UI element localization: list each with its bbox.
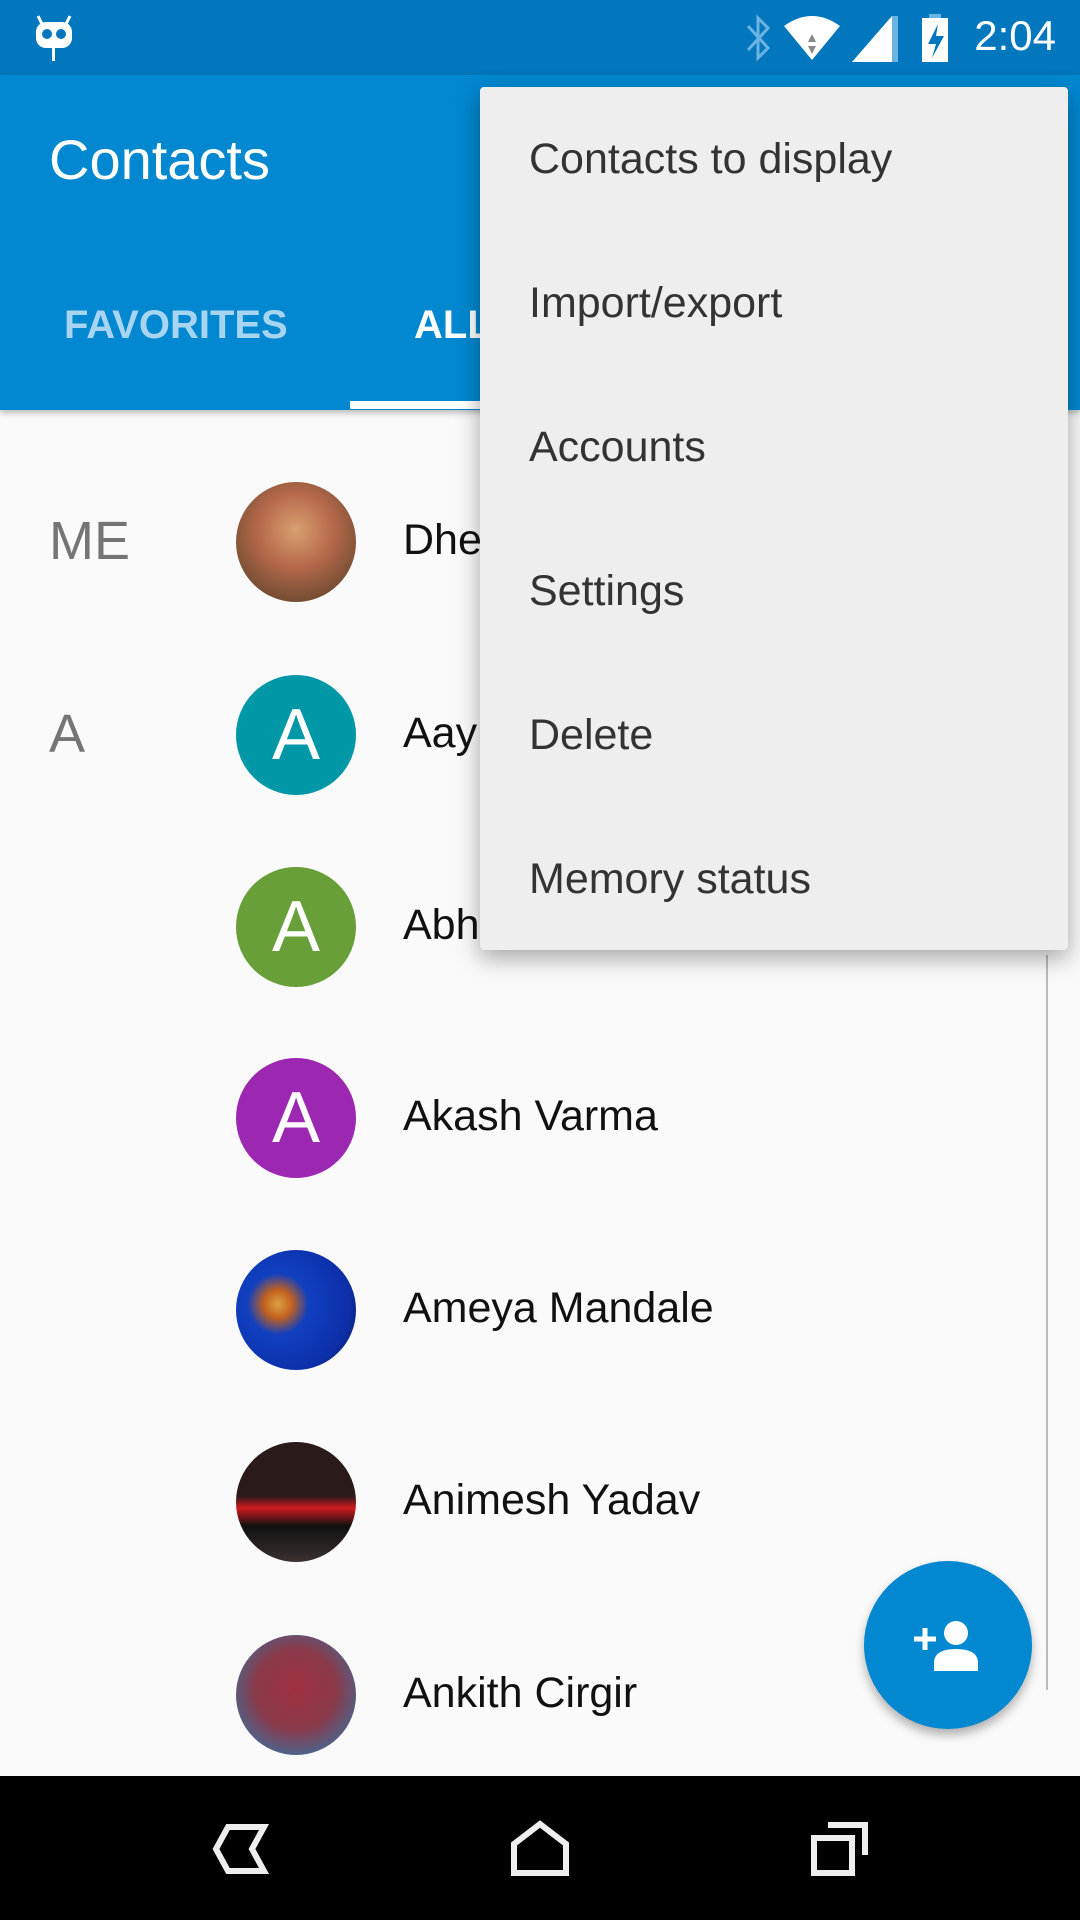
contact-row[interactable]: Ameya Mandale: [0, 1214, 1080, 1406]
recents-icon[interactable]: [810, 1822, 870, 1876]
scrollbar[interactable]: [1046, 955, 1048, 1690]
navigation-bar: [0, 1776, 1080, 1920]
contact-name: Animesh Yadav: [403, 1476, 701, 1524]
contact-name: Ameya Mandale: [403, 1284, 714, 1332]
add-person-icon: [914, 1621, 978, 1671]
bluetooth-icon: [746, 14, 771, 62]
contact-row[interactable]: A Akash Varma: [0, 1022, 1080, 1214]
menu-item-delete[interactable]: Delete: [480, 663, 1068, 807]
contact-name: Aay: [403, 709, 478, 757]
menu-item-accounts[interactable]: Accounts: [480, 375, 1068, 519]
battery-charging-icon: [922, 14, 948, 62]
contact-photo: [236, 1635, 356, 1755]
status-bar: 2:04: [0, 0, 1080, 75]
contact-name: Ankith Cirgir: [403, 1669, 638, 1717]
tab-favorites[interactable]: FAVORITES: [64, 303, 288, 348]
letter-avatar: A: [236, 675, 356, 795]
contact-photo: [236, 1250, 356, 1370]
cyanogenmod-icon: [36, 15, 72, 61]
menu-item-memory-status[interactable]: Memory status: [480, 807, 1068, 951]
letter-avatar: A: [236, 1058, 356, 1178]
signal-icon: [852, 16, 898, 62]
contact-name: Dhe: [403, 516, 482, 564]
contact-name: Abh: [403, 901, 480, 949]
menu-item-contacts-to-display[interactable]: Contacts to display: [480, 87, 1068, 231]
back-icon[interactable]: [212, 1824, 270, 1874]
overflow-menu: Contacts to display Import/export Accoun…: [480, 87, 1068, 950]
menu-item-import-export[interactable]: Import/export: [480, 231, 1068, 375]
letter-avatar: A: [236, 867, 356, 987]
menu-item-settings[interactable]: Settings: [480, 519, 1068, 663]
clock: 2:04: [974, 12, 1056, 59]
contact-photo: [236, 482, 356, 602]
wifi-icon: [784, 16, 840, 60]
page-title: Contacts: [49, 128, 270, 191]
contact-name: Akash Varma: [403, 1092, 658, 1140]
add-contact-button[interactable]: [864, 1561, 1032, 1729]
contact-photo: [236, 1442, 356, 1562]
home-icon[interactable]: [510, 1820, 570, 1876]
